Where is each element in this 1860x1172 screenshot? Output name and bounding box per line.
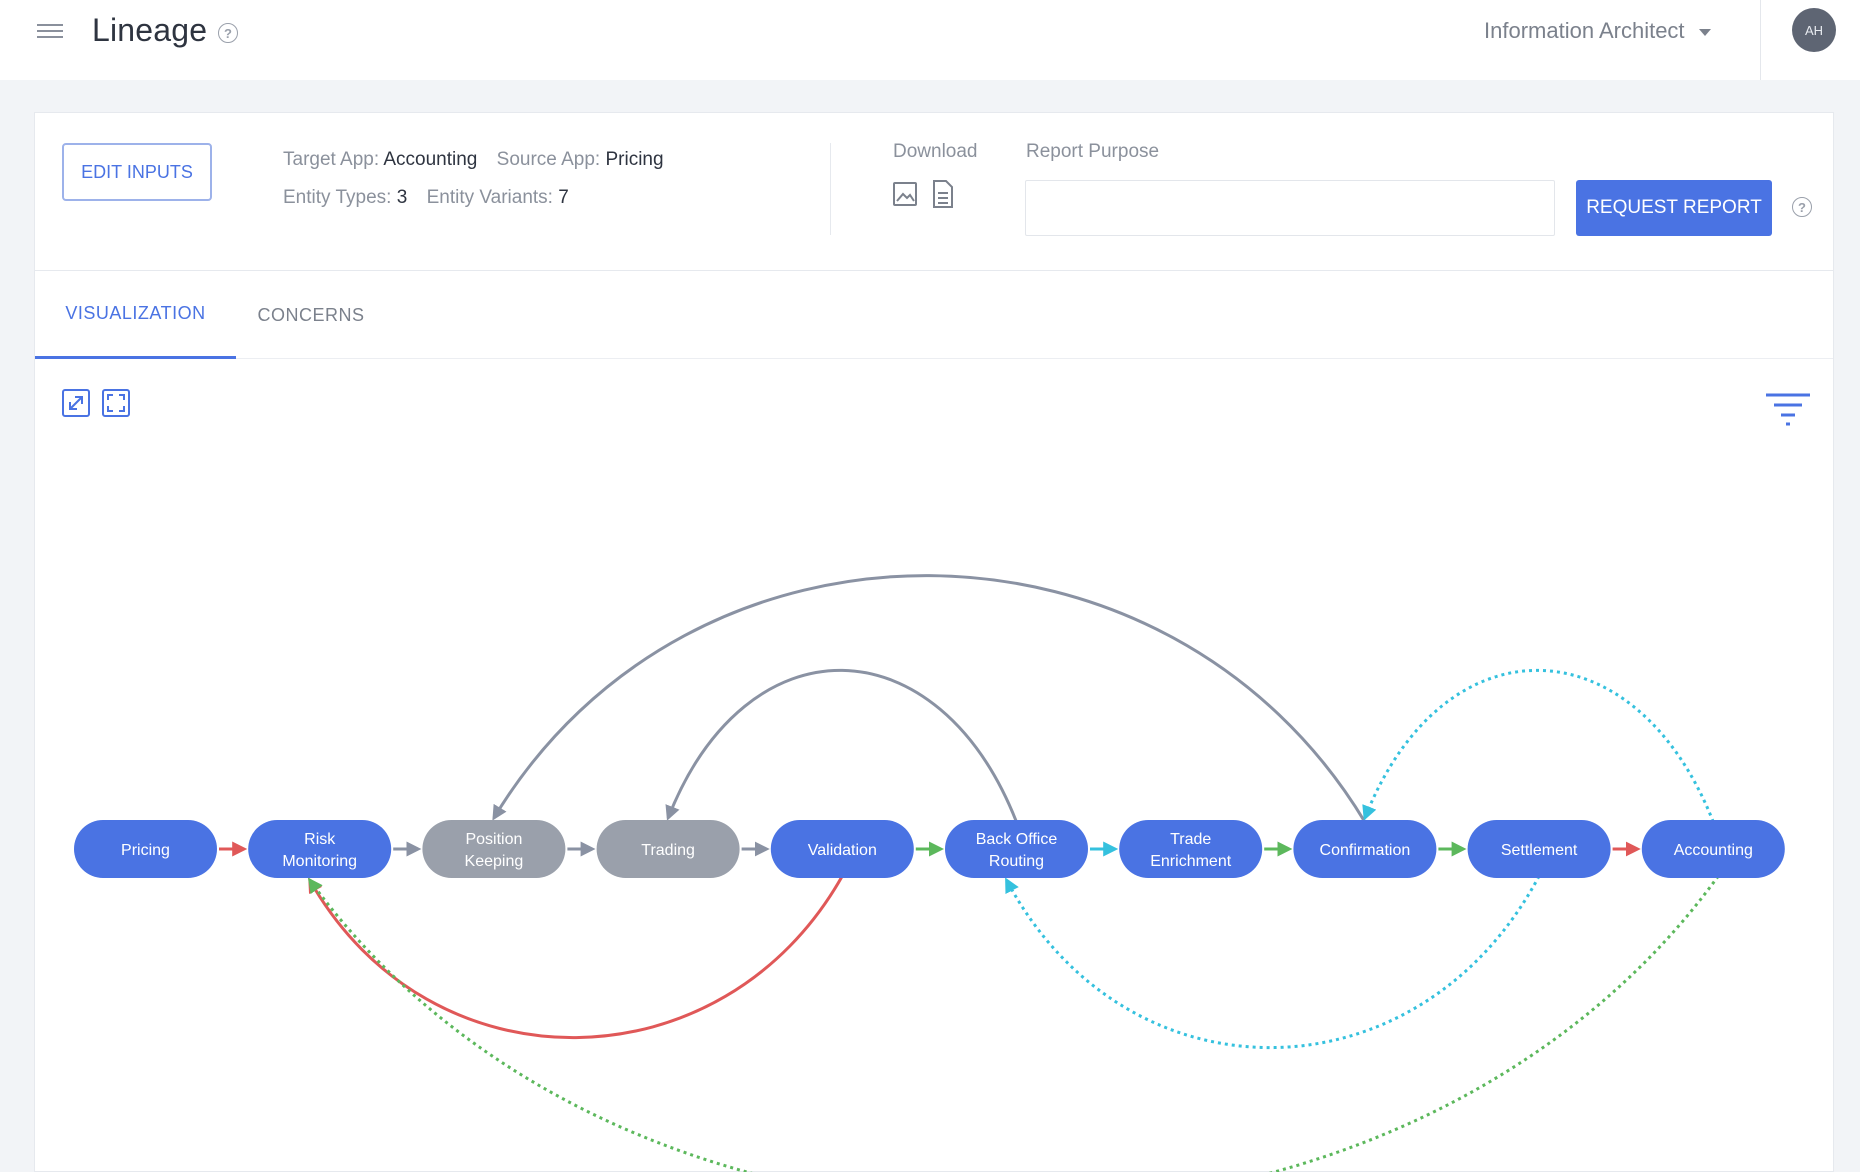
node-label: Confirmation [1320,842,1411,859]
node-label: Trading [641,842,695,859]
node-confirmation[interactable]: Confirmation [1293,820,1437,878]
node-label: Back Office [976,831,1058,848]
node-label: Pricing [121,842,170,859]
edge-backoffice-to-trading [665,668,1018,823]
node-pricing[interactable]: Pricing [74,820,217,878]
node-validation[interactable]: Validation [770,820,914,878]
node-label: Keeping [465,853,524,870]
node-position[interactable]: Position Keeping [422,820,566,878]
menu-icon[interactable] [37,20,63,42]
edge-validation-to-risk [308,875,844,1040]
node-label: Risk [304,831,336,848]
node-trading[interactable]: Trading [596,820,740,878]
node-settlement[interactable]: Settlement [1467,820,1611,878]
edge-confirmation-to-position [492,574,1367,823]
node-label: Position [465,831,522,848]
node-label: Settlement [1501,842,1578,859]
role-selector[interactable]: Information Architect [1484,18,1711,44]
node-label: Enrichment [1150,853,1231,870]
avatar[interactable]: AH [1792,8,1836,52]
page-title: Lineage [92,12,208,48]
node-accounting[interactable]: Accounting [1641,820,1785,878]
edge-settlement-to-backoffice [1005,875,1541,1049]
node-label: Validation [808,842,877,859]
chevron-down-icon [1698,28,1711,36]
edge-accounting-to-risk [307,875,1720,1172]
node-label: Routing [989,853,1044,870]
role-label: Information Architect [1484,18,1685,43]
top-bar: Lineage ? Information Architect AH [0,0,1860,80]
node-enrichment[interactable]: Trade Enrichment [1119,820,1263,878]
lineage-graph: Pricing Risk Monitoring Position Keeping Trad… [74,574,1785,1172]
node-backoffice[interactable]: Back Office Routing [945,820,1088,878]
node-label: Accounting [1674,842,1753,859]
header-divider [1760,0,1761,80]
node-label: Monitoring [282,853,357,870]
node-label: Trade [1170,831,1211,848]
help-icon[interactable]: ? [218,23,238,43]
node-risk[interactable]: Risk Monitoring [248,820,392,878]
edge-accounting-to-confirmation [1362,668,1715,823]
